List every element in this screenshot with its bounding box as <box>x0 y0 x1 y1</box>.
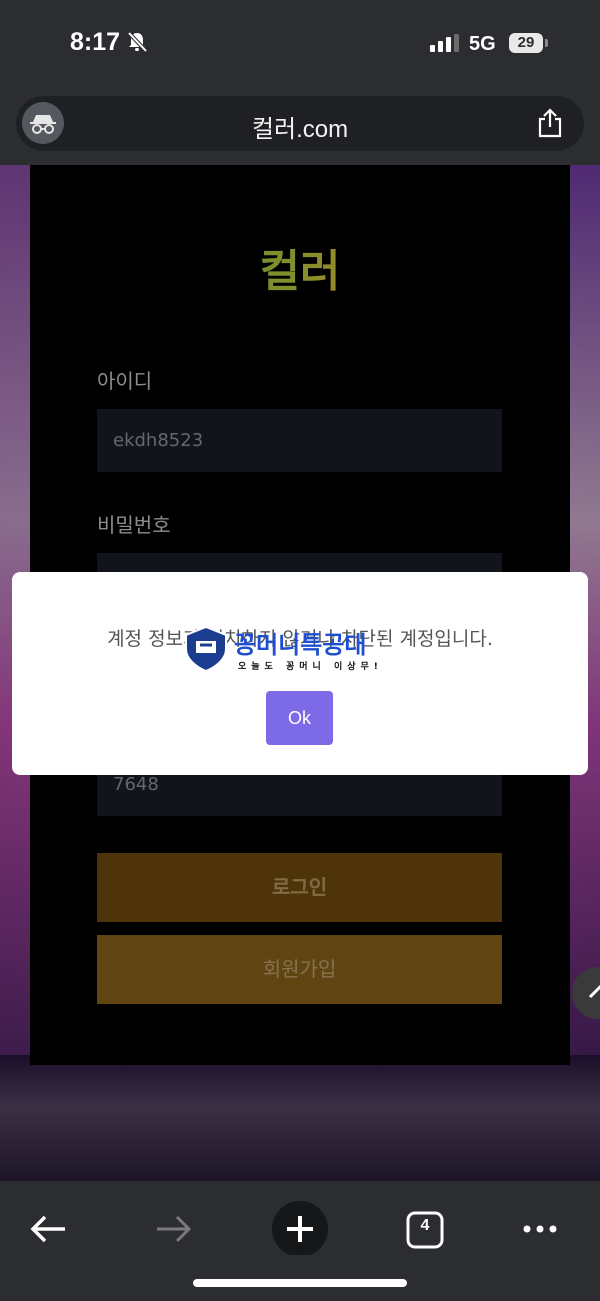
ok-button[interactable]: Ok <box>266 691 333 745</box>
battery-icon: 29 <box>509 33 543 53</box>
url-text[interactable]: 컬러.com <box>16 109 584 144</box>
address-bar[interactable]: 컬러.com <box>16 96 584 151</box>
scroll-top-button[interactable] <box>572 967 600 1019</box>
watermark-logo: 꽁머니특공대 오늘도 꽁머니 이상무! <box>185 625 383 673</box>
tab-count: 4 <box>420 1217 430 1234</box>
home-indicator[interactable] <box>193 1279 407 1287</box>
bell-muted-icon <box>127 31 148 53</box>
watermark-title: 꽁머니특공대 <box>234 631 366 659</box>
watermark-subtitle: 오늘도 꽁머니 이상무! <box>238 660 383 672</box>
status-time: 8:17 <box>70 28 121 56</box>
new-tab-icon[interactable] <box>270 1195 330 1255</box>
tabs-button[interactable]: 4 <box>395 1195 455 1255</box>
share-icon[interactable] <box>536 108 564 138</box>
more-menu-icon[interactable] <box>510 1195 570 1255</box>
forward-arrow-icon[interactable] <box>144 1195 204 1255</box>
shield-icon <box>185 625 227 673</box>
status-bar: 8:17 5G 29 <box>0 0 600 88</box>
back-arrow-icon[interactable] <box>18 1195 78 1255</box>
battery-tip <box>545 39 548 47</box>
alert-dialog: 계정 정보가 일치하지 않거나 차단된 계정입니다. Ok <box>12 572 588 775</box>
network-type: 5G <box>469 33 496 55</box>
signal-icon <box>430 34 459 52</box>
